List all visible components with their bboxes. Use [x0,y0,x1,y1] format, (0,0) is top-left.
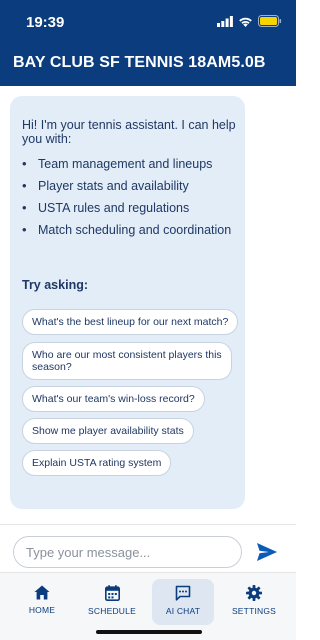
suggestion-chip[interactable]: What's the best lineup for our next matc… [22,309,239,335]
calendar-icon [104,585,120,601]
bullet-dot: • [22,178,27,193]
suggestion-chip[interactable]: What's our team's win-loss record? [22,386,205,412]
suggestion-chip[interactable]: Explain USTA rating system [22,450,172,476]
bullet-dot: • [22,156,27,171]
tab-label: SETTINGS [231,606,277,616]
gear-icon [246,585,262,601]
assistant-intro-text: Hi! I'm your tennis assistant. I can hel… [22,118,236,146]
home-icon [34,585,50,600]
status-bar: 19:39 [0,0,296,44]
capability-label: Match scheduling and coordination [38,222,232,237]
tab-home[interactable]: HOME [11,579,73,625]
tab-ai-chat[interactable]: AI CHAT [152,579,214,625]
input-divider [0,524,296,525]
send-icon[interactable] [256,542,278,562]
suggestion-chip[interactable]: Who are our most consistent players this… [22,342,232,380]
status-icons [217,15,282,27]
tab-label: SCHEDULE [88,606,136,616]
bullet-dot: • [22,200,27,215]
capability-label: USTA rules and regulations [38,200,190,215]
battery-icon [258,15,282,27]
message-input[interactable] [14,537,241,567]
wifi-icon [239,17,252,27]
chat-icon [175,585,191,601]
capability-label: Team management and lineups [38,156,213,171]
capability-item: • Match scheduling and coordination [22,222,231,237]
assistant-message-bubble: Hi! I'm your tennis assistant. I can hel… [10,96,245,509]
tab-schedule[interactable]: SCHEDULE [81,579,143,625]
suggestion-chip[interactable]: Show me player availability stats [22,418,194,444]
tab-settings[interactable]: SETTINGS [223,579,285,625]
try-asking-label: Try asking: [22,278,88,292]
capability-item: • Player stats and availability [22,178,189,193]
capability-item: • USTA rules and regulations [22,200,189,215]
message-input-container[interactable] [13,536,242,568]
app-bar: BAY CLUB SF TENNIS 18AM5.0B [0,44,296,86]
capability-label: Player stats and availability [38,178,189,193]
home-indicator[interactable] [96,630,202,634]
tab-label: AI CHAT [165,606,201,616]
capability-item: • Team management and lineups [22,156,212,171]
bullet-dot: • [22,222,27,237]
signal-icon [217,15,233,27]
chat-area[interactable]: Hi! I'm your tennis assistant. I can hel… [0,86,296,524]
page-title: BAY CLUB SF TENNIS 18AM5.0B [13,54,266,71]
status-time: 19:39 [26,14,65,31]
tab-label: HOME [28,605,56,615]
